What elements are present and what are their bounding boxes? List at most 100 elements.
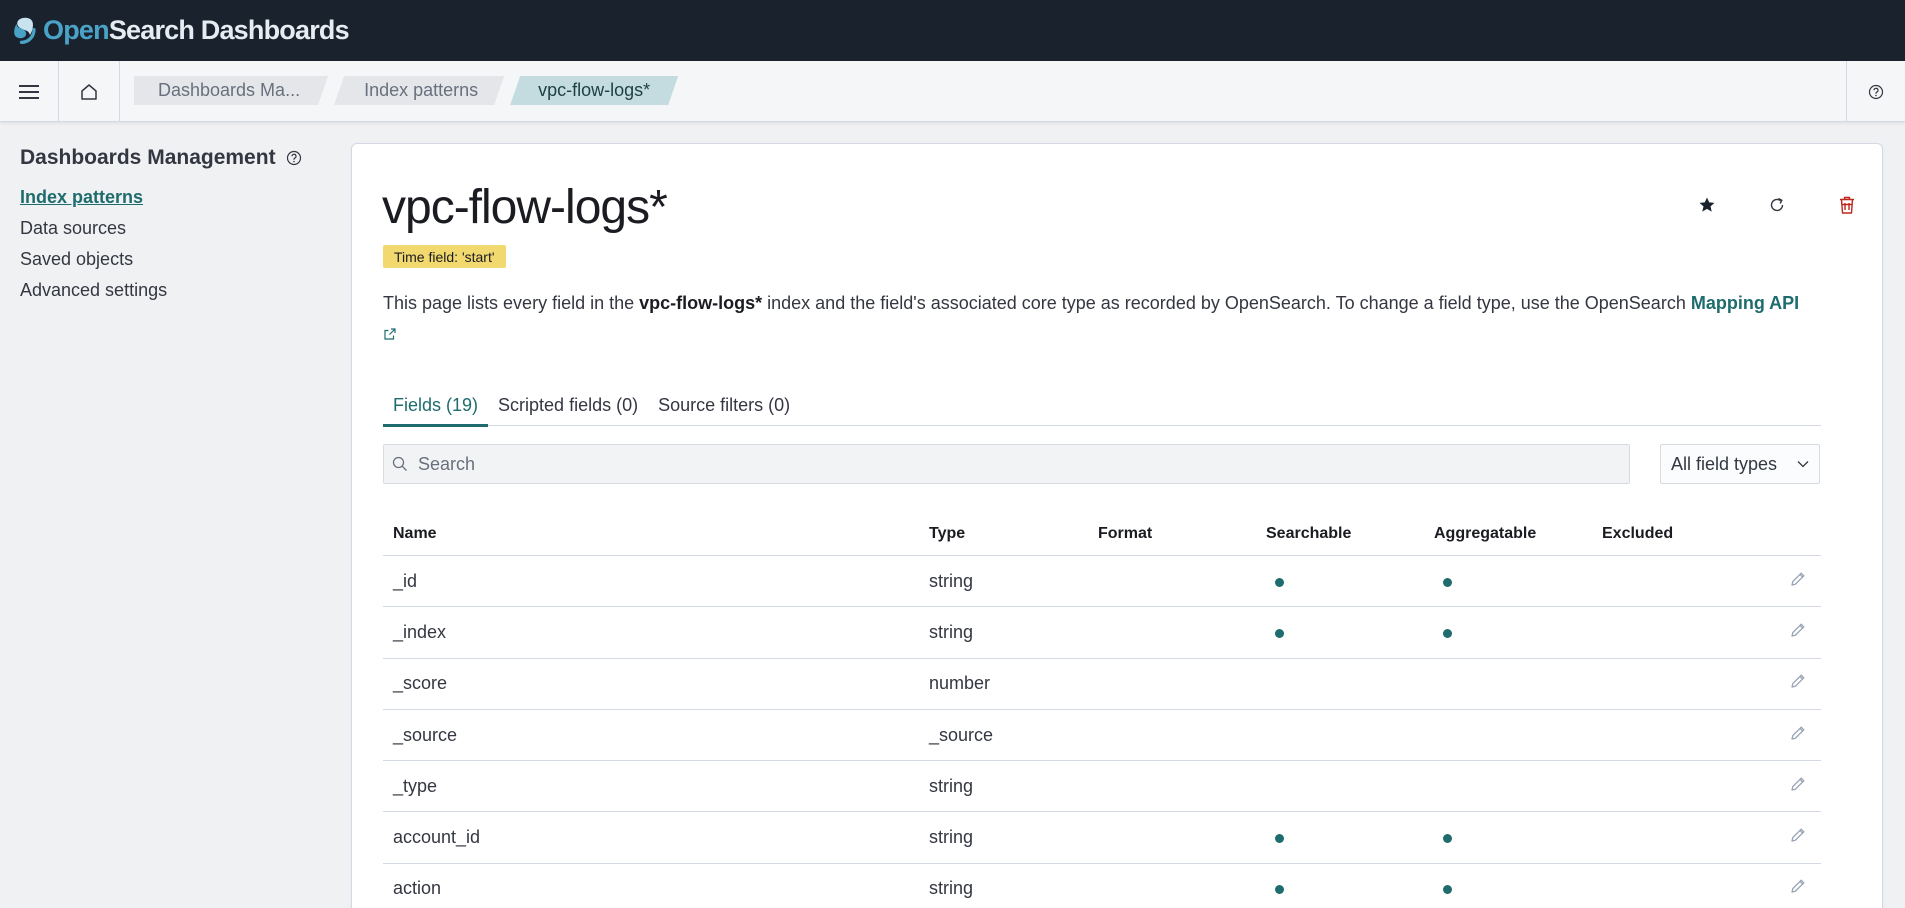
description-index-name: vpc-flow-logs* xyxy=(639,293,763,313)
field-aggregatable xyxy=(1434,622,1602,643)
field-type: number xyxy=(929,673,991,694)
external-link-icon[interactable] xyxy=(383,320,397,350)
edit-pencil-icon[interactable] xyxy=(1789,877,1807,900)
fields-table: Name Type Format Searchable Aggregatable… xyxy=(383,512,1821,908)
field-type: string xyxy=(929,621,974,642)
chevron-down-icon xyxy=(1797,461,1809,468)
field-aggregatable xyxy=(1434,827,1602,848)
column-header-format[interactable]: Format xyxy=(1098,525,1266,543)
page-description: This page lists every field in the vpc-f… xyxy=(383,288,1853,350)
nav-bar: Dashboards Ma... Index patterns vpc-flow… xyxy=(0,61,1905,122)
field-name: _index xyxy=(393,621,447,642)
sidebar-item-saved-objects[interactable]: Saved objects xyxy=(20,244,330,275)
column-header-type[interactable]: Type xyxy=(929,525,1098,543)
sidebar-item-index-patterns[interactable]: Index patterns xyxy=(20,182,330,213)
sidebar: Dashboards Management Index patterns Dat… xyxy=(20,146,330,306)
field-searchable xyxy=(1266,878,1434,899)
field-name: _score xyxy=(393,673,448,694)
sidebar-item-advanced-settings[interactable]: Advanced settings xyxy=(20,275,330,306)
field-aggregatable xyxy=(1434,571,1602,592)
field-type-select[interactable]: All field types xyxy=(1660,444,1820,484)
table-row: _type string xyxy=(383,761,1821,813)
searchable-dot-icon xyxy=(1275,628,1284,638)
star-icon xyxy=(1699,197,1715,212)
breadcrumb-dashboards-management[interactable]: Dashboards Ma... xyxy=(134,76,328,105)
column-header-name[interactable]: Name xyxy=(383,525,929,543)
field-name: _id xyxy=(393,570,418,591)
edit-pencil-icon[interactable] xyxy=(1789,724,1807,747)
help-button[interactable] xyxy=(1846,61,1905,122)
breadcrumb-current: vpc-flow-logs* xyxy=(510,76,678,105)
edit-pencil-icon[interactable] xyxy=(1789,826,1807,849)
help-icon[interactable] xyxy=(286,150,302,166)
field-searchable xyxy=(1266,571,1434,592)
refresh-icon xyxy=(1770,197,1784,212)
opensearch-logo-icon xyxy=(14,17,36,44)
table-row: _index string xyxy=(383,607,1821,659)
field-type-select-value: All field types xyxy=(1671,453,1778,474)
mapping-api-link[interactable]: Mapping API xyxy=(1691,293,1799,313)
search-input[interactable] xyxy=(418,453,1568,475)
table-header: Name Type Format Searchable Aggregatable… xyxy=(383,512,1821,556)
field-type: string xyxy=(929,827,974,848)
edit-pencil-icon[interactable] xyxy=(1789,775,1807,798)
field-type: string xyxy=(929,775,974,796)
delete-index-pattern-button[interactable] xyxy=(1812,190,1882,220)
field-type: _source xyxy=(929,724,994,745)
table-row: _score number xyxy=(383,659,1821,710)
aggregatable-dot-icon xyxy=(1443,885,1452,895)
breadcrumb-index-patterns[interactable]: Index patterns xyxy=(334,76,504,105)
field-searchable xyxy=(1266,827,1434,848)
table-body: _id string _index string _score number _source… xyxy=(383,556,1821,908)
sidebar-title-text: Dashboards Management xyxy=(20,146,276,169)
field-type: string xyxy=(929,878,974,899)
aggregatable-dot-icon xyxy=(1443,628,1452,638)
search-icon xyxy=(392,456,407,471)
field-aggregatable xyxy=(1434,878,1602,899)
tab-scripted-fields[interactable]: Scripted fields (0) xyxy=(488,384,648,426)
table-row: action string xyxy=(383,864,1821,908)
breadcrumb: Dashboards Ma... Index patterns vpc-flow… xyxy=(134,76,678,105)
table-row: _id string xyxy=(383,556,1821,608)
description-text: This page lists every field in the xyxy=(383,293,640,313)
help-icon xyxy=(1868,84,1884,99)
page-actions xyxy=(1672,190,1882,220)
field-search xyxy=(383,444,1630,484)
column-header-excluded[interactable]: Excluded xyxy=(1602,525,1762,543)
searchable-dot-icon xyxy=(1275,885,1284,895)
column-header-aggregatable[interactable]: Aggregatable xyxy=(1434,525,1602,543)
trash-icon xyxy=(1840,196,1854,214)
set-default-button[interactable] xyxy=(1672,190,1742,220)
main-panel: vpc-flow-logs* Time field: 'start' This … xyxy=(351,143,1883,908)
time-field-badge: Time field: 'start' xyxy=(383,245,506,268)
column-header-searchable[interactable]: Searchable xyxy=(1266,525,1434,543)
sidebar-item-data-sources[interactable]: Data sources xyxy=(20,213,330,244)
table-row: account_id string xyxy=(383,812,1821,864)
field-name: account_id xyxy=(393,827,481,848)
hamburger-icon xyxy=(19,84,39,99)
app-header: OpenSearch Dashboards xyxy=(0,0,1905,61)
tab-source-filters[interactable]: Source filters (0) xyxy=(648,384,800,426)
home-icon xyxy=(81,83,97,100)
page-title: vpc-flow-logs* xyxy=(382,181,668,234)
opensearch-logo[interactable]: OpenSearch Dashboards xyxy=(13,15,350,46)
refresh-fields-button[interactable] xyxy=(1742,190,1812,220)
home-button[interactable] xyxy=(59,61,120,122)
sidebar-title: Dashboards Management xyxy=(20,146,330,170)
field-searchable xyxy=(1266,622,1434,643)
tab-fields[interactable]: Fields (19) xyxy=(383,384,489,427)
menu-button[interactable] xyxy=(0,61,59,122)
aggregatable-dot-icon xyxy=(1443,577,1452,587)
field-name: _type xyxy=(393,775,438,796)
field-type: string xyxy=(929,570,974,591)
aggregatable-dot-icon xyxy=(1443,834,1452,844)
searchable-dot-icon xyxy=(1275,834,1284,844)
field-name: _source xyxy=(393,724,458,745)
edit-pencil-icon[interactable] xyxy=(1789,621,1807,644)
logo-text-rest: Search Dashboards xyxy=(108,15,350,45)
edit-pencil-icon[interactable] xyxy=(1789,570,1807,593)
table-row: _source _source xyxy=(383,710,1821,762)
logo-text-open: Open xyxy=(43,15,110,45)
edit-pencil-icon[interactable] xyxy=(1789,672,1807,695)
description-text-2: index and the field's associated core ty… xyxy=(762,293,1691,313)
